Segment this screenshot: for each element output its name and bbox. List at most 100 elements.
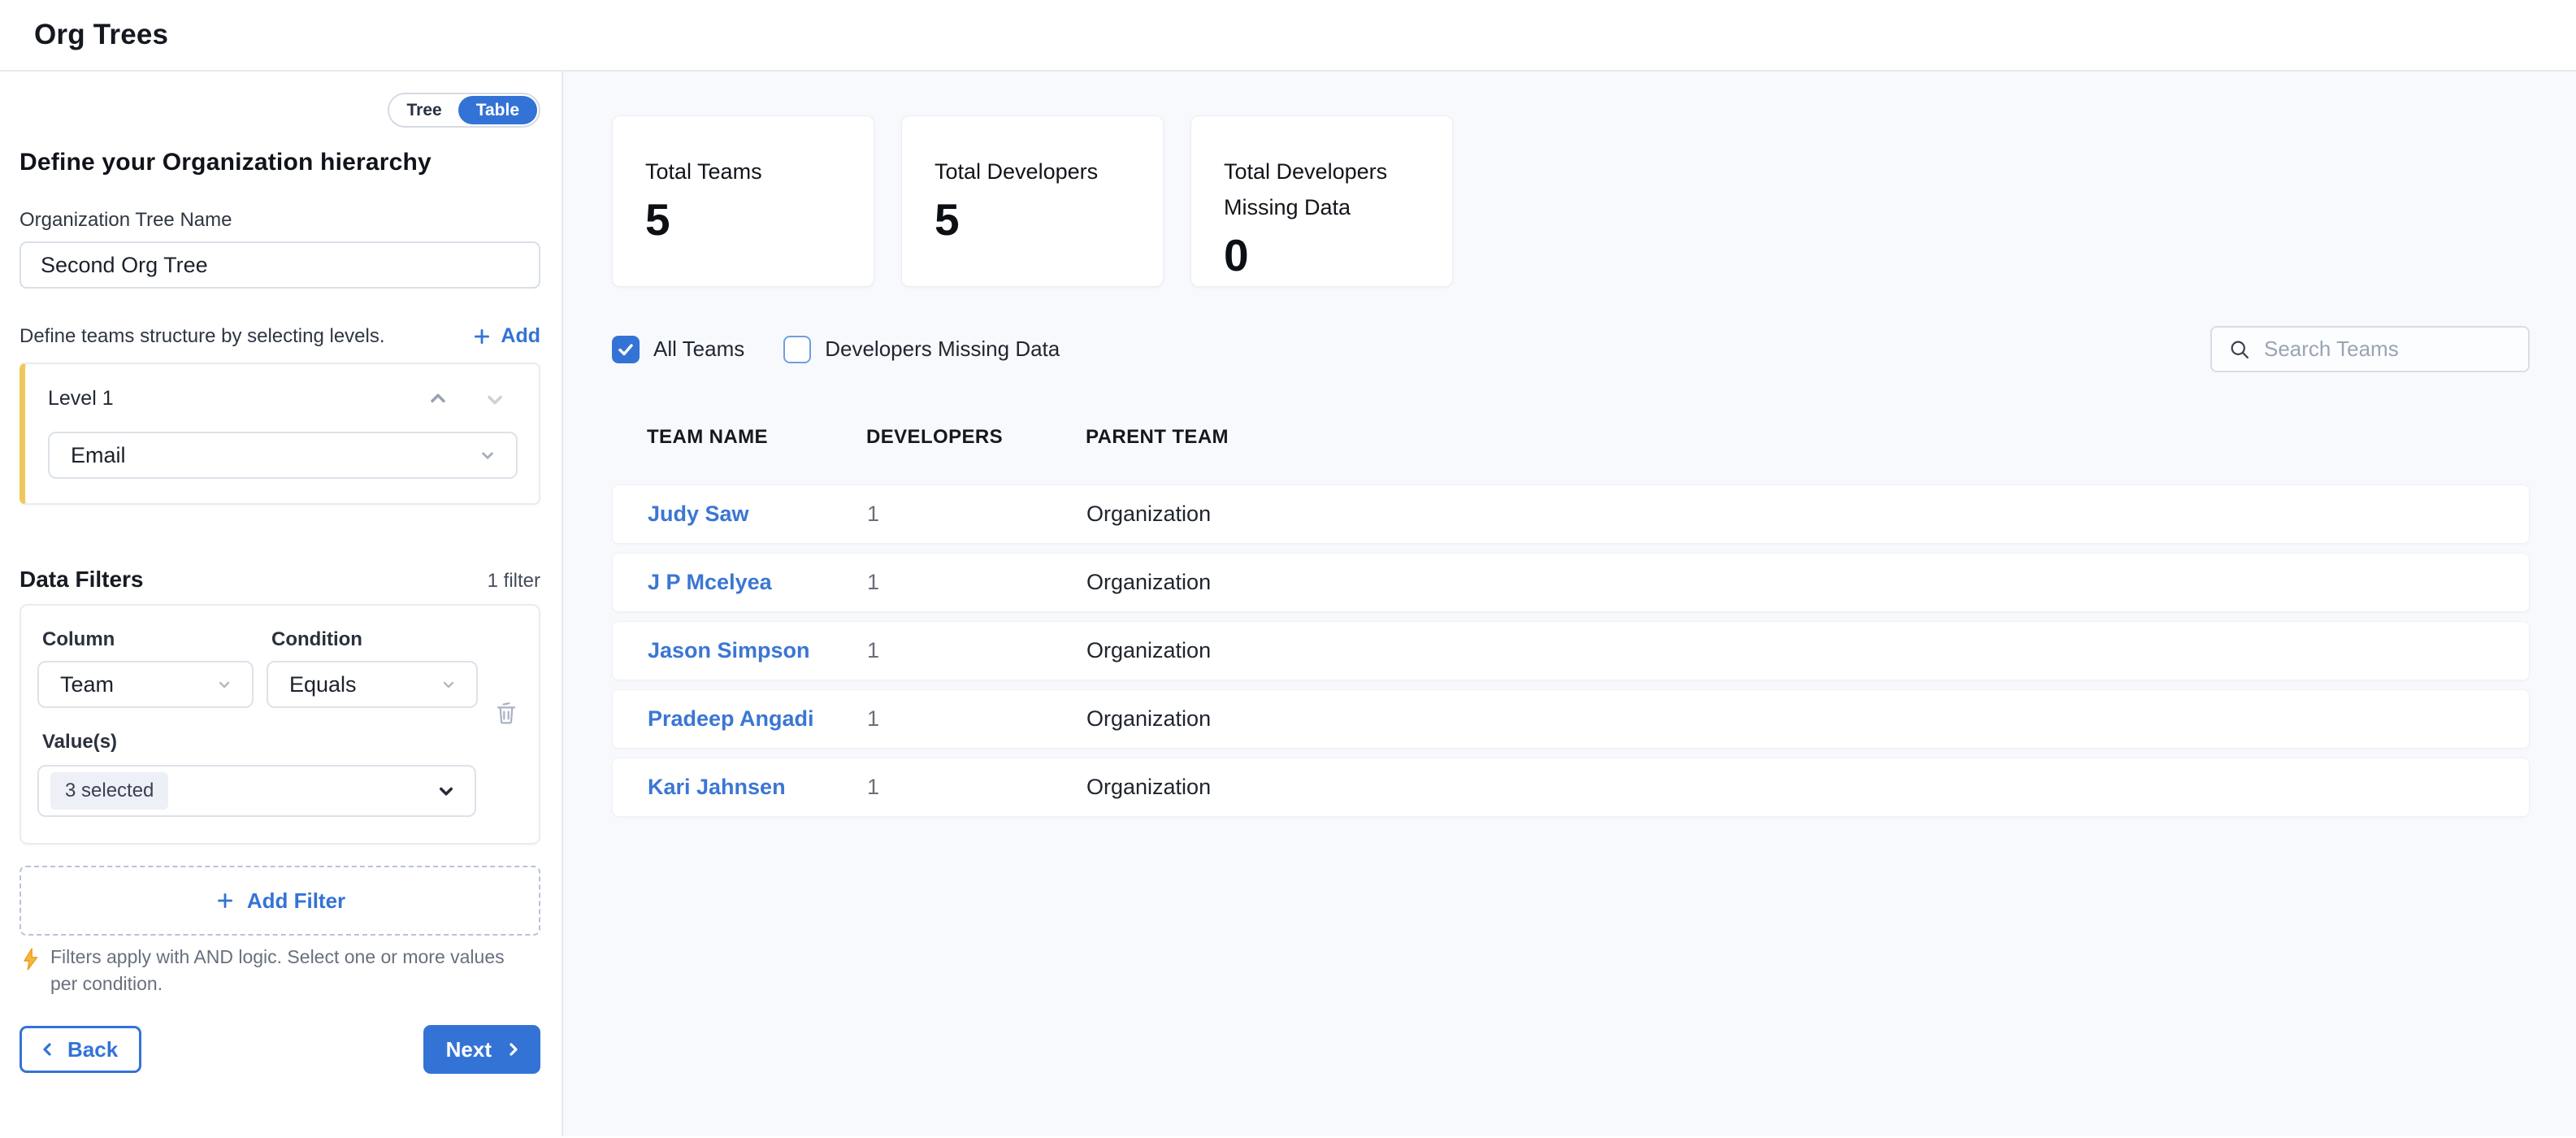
selected-count-chip: 3 selected [50, 772, 168, 810]
main-content: Total Teams 5 Total Developers 5 Total D… [563, 72, 2576, 1136]
parent-team-cell: Organization [1086, 775, 2529, 800]
team-link[interactable]: Pradeep Angadi [648, 706, 867, 732]
teams-table-body: Judy Saw 1 Organization J P Mcelyea 1 Or… [612, 484, 2530, 817]
developers-cell: 1 [867, 706, 1086, 732]
stat-value: 5 [935, 198, 1138, 242]
team-link[interactable]: J P Mcelyea [648, 570, 867, 595]
search-input[interactable] [2262, 336, 2513, 363]
page-title: Org Trees [34, 19, 168, 51]
add-level-button[interactable]: Add [471, 324, 540, 348]
move-down-icon[interactable] [484, 388, 506, 410]
filter-card: Column Team Condition Equals [20, 604, 540, 845]
stats-row: Total Teams 5 Total Developers 5 Total D… [612, 115, 2530, 287]
level-card: Level 1 Email [20, 363, 540, 505]
next-button[interactable]: Next [423, 1025, 540, 1074]
team-link[interactable]: Judy Saw [648, 502, 867, 527]
levels-header-row: Define teams structure by selecting leve… [20, 324, 540, 348]
layout: Tree Table Define your Organization hier… [0, 72, 2576, 1136]
table-row: Judy Saw 1 Organization [612, 484, 2530, 544]
developers-cell: 1 [867, 775, 1086, 800]
column-label: Column [42, 628, 254, 651]
level-field-value: Email [71, 443, 126, 468]
org-trees-app: Org Trees Tree Table Define your Organiz… [0, 0, 2576, 1138]
view-toggle-row: Tree Table [20, 93, 540, 128]
wizard-nav: Back Next [20, 1025, 540, 1074]
chevron-down-icon [439, 675, 458, 694]
level-title: Level 1 [48, 387, 114, 410]
developers-cell: 1 [867, 502, 1086, 527]
add-filter-label: Add Filter [247, 888, 345, 914]
delete-filter-button[interactable] [493, 700, 519, 728]
condition-label: Condition [271, 628, 478, 651]
developers-cell: 1 [867, 570, 1086, 595]
trash-icon [493, 700, 519, 726]
parent-team-cell: Organization [1086, 570, 2529, 595]
filters-note: Filters apply with AND logic. Select one… [50, 944, 510, 997]
column-value: Team [60, 672, 114, 697]
stat-label: Total Developers [935, 154, 1138, 189]
tree-view-button[interactable]: Tree [391, 96, 458, 124]
developers-missing-data-checkbox[interactable]: Developers Missing Data [783, 336, 1060, 363]
lightning-icon [20, 944, 41, 971]
plus-icon [471, 326, 492, 347]
sidebar-heading: Define your Organization hierarchy [20, 149, 540, 176]
developers-cell: 1 [867, 638, 1086, 663]
tree-name-input[interactable] [20, 241, 540, 289]
add-level-label: Add [501, 324, 540, 348]
back-label: Back [67, 1037, 118, 1062]
move-up-icon[interactable] [427, 388, 449, 410]
column-select[interactable]: Team [37, 661, 254, 708]
level-card-header: Level 1 [48, 387, 518, 410]
chevron-down-icon [215, 675, 234, 694]
levels-hint: Define teams structure by selecting leve… [20, 325, 385, 348]
all-teams-label: All Teams [653, 337, 744, 362]
back-button[interactable]: Back [20, 1026, 141, 1073]
all-teams-checkbox[interactable]: All Teams [612, 336, 744, 363]
data-filters-header: Data Filters 1 filter [20, 567, 540, 593]
stat-card-missing-data: Total Developers Missing Data 0 [1190, 115, 1453, 287]
checkbox-unchecked-icon [783, 336, 811, 363]
search-icon [2228, 338, 2251, 361]
plus-icon [215, 890, 236, 911]
table-row: Kari Jahnsen 1 Organization [612, 758, 2530, 817]
view-toggle: Tree Table [388, 93, 541, 128]
filter-checkboxes: All Teams Developers Missing Data [612, 336, 1060, 363]
values-select[interactable]: 3 selected [37, 765, 476, 817]
add-filter-button[interactable]: Add Filter [20, 866, 540, 936]
check-icon [612, 336, 640, 363]
column-header-developers: DEVELOPERS [866, 426, 1086, 449]
chevron-down-icon [477, 445, 498, 466]
table-view-button[interactable]: Table [458, 96, 537, 124]
table-row: J P Mcelyea 1 Organization [612, 553, 2530, 612]
team-link[interactable]: Jason Simpson [648, 638, 867, 663]
level-field-select[interactable]: Email [48, 432, 518, 479]
stat-label: Total Developers Missing Data [1224, 154, 1411, 225]
parent-team-cell: Organization [1086, 706, 2529, 732]
column-header-parent-team: PARENT TEAM [1086, 426, 2530, 449]
column-header-team-name: TEAM NAME [647, 426, 866, 449]
stat-card-total-teams: Total Teams 5 [612, 115, 874, 287]
data-filters-title: Data Filters [20, 567, 144, 593]
values-label: Value(s) [42, 731, 519, 754]
condition-value: Equals [289, 672, 357, 697]
next-label: Next [446, 1037, 492, 1062]
filter-count: 1 filter [488, 570, 540, 593]
tree-name-label: Organization Tree Name [20, 209, 540, 232]
page-header: Org Trees [0, 0, 2576, 72]
chevron-right-icon [503, 1040, 523, 1059]
stat-value: 0 [1224, 233, 1428, 278]
missing-data-label: Developers Missing Data [825, 337, 1060, 362]
table-header: TEAM NAME DEVELOPERS PARENT TEAM [612, 426, 2530, 449]
condition-select[interactable]: Equals [267, 661, 478, 708]
table-controls: All Teams Developers Missing Data [612, 326, 2530, 372]
table-row: Jason Simpson 1 Organization [612, 621, 2530, 680]
team-link[interactable]: Kari Jahnsen [648, 775, 867, 800]
parent-team-cell: Organization [1086, 502, 2529, 527]
table-row: Pradeep Angadi 1 Organization [612, 689, 2530, 749]
chevron-down-icon [434, 779, 458, 803]
stat-value: 5 [645, 198, 849, 242]
stat-card-total-developers: Total Developers 5 [901, 115, 1164, 287]
filters-note-row: Filters apply with AND logic. Select one… [20, 944, 540, 997]
level-reorder-controls [427, 388, 518, 410]
team-search [2210, 326, 2530, 372]
